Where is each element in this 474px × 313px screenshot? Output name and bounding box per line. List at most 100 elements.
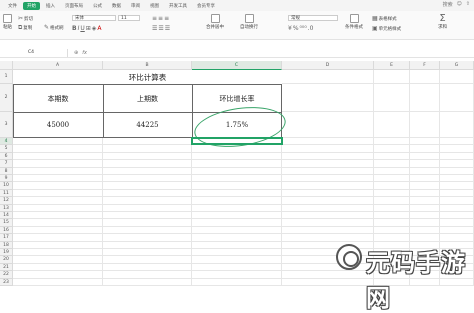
sum-button[interactable]: Σ 求和 [438, 14, 447, 31]
grid-cell[interactable] [192, 182, 282, 190]
underline-icon[interactable]: U [80, 25, 84, 32]
fx-icon[interactable]: fx [82, 50, 87, 56]
grid-cell[interactable] [440, 160, 474, 168]
grid-cell[interactable] [282, 175, 374, 183]
grid-cell[interactable] [374, 212, 410, 220]
column-header-a[interactable]: A [13, 61, 103, 70]
percent-icon[interactable]: % [293, 25, 299, 32]
column-header-d[interactable]: D [282, 61, 374, 70]
row-header-9[interactable]: 9 [0, 175, 13, 183]
grid-cell[interactable] [282, 197, 374, 205]
conditional-format-button[interactable]: 条件格式 [345, 14, 363, 30]
grid-cell[interactable] [440, 145, 474, 153]
grid-cell[interactable] [440, 138, 474, 146]
column-header-c[interactable]: C [192, 61, 282, 70]
grid-cell[interactable] [13, 256, 103, 264]
grid-cell[interactable] [374, 138, 410, 146]
grid-cell[interactable] [282, 204, 374, 212]
row-header-16[interactable]: 16 [0, 226, 13, 235]
align-center-icon[interactable]: ☰ [158, 25, 163, 32]
grid-cell[interactable] [440, 189, 474, 198]
grid-cell[interactable] [103, 263, 192, 272]
grid-cell[interactable] [440, 84, 474, 112]
grid-cell[interactable] [440, 182, 474, 190]
grid-cell[interactable] [13, 175, 103, 183]
grid-cell[interactable] [13, 145, 103, 153]
grid-cell[interactable] [374, 160, 410, 168]
grid-cell[interactable] [103, 145, 192, 153]
grid-cell[interactable] [192, 204, 282, 212]
grid-cell[interactable] [13, 249, 103, 257]
grid-cell[interactable] [374, 197, 410, 205]
align-middle-icon[interactable]: ≡ [158, 15, 163, 22]
grid-cell[interactable] [282, 278, 374, 286]
format-painter-button[interactable]: ✎ 格式刷 [44, 24, 64, 31]
grid-cell[interactable] [103, 278, 192, 286]
grid-cell[interactable] [13, 204, 103, 212]
grid-cell[interactable] [410, 189, 440, 198]
grid-cell[interactable] [282, 212, 374, 220]
grid-cell[interactable] [192, 263, 282, 272]
currency-icon[interactable]: ¥ [288, 25, 292, 32]
user-icon[interactable]: ☺ [457, 1, 462, 8]
grid-cell[interactable] [13, 263, 103, 272]
grid-cell[interactable] [103, 256, 192, 264]
tab-file[interactable]: 文件 [4, 2, 21, 10]
font-color-icon[interactable]: A [97, 25, 101, 32]
grid-cell[interactable] [410, 152, 440, 161]
grid-cell[interactable] [103, 271, 192, 279]
grid-cell[interactable] [13, 152, 103, 161]
grid-cell[interactable] [440, 226, 474, 235]
grid-cell[interactable] [103, 234, 192, 242]
row-header-13[interactable]: 13 [0, 204, 13, 212]
column-header-b[interactable]: B [103, 61, 192, 70]
cut-button[interactable]: ✂ 剪切 [18, 15, 33, 22]
row-header-21[interactable]: 21 [0, 263, 13, 272]
tab-insert[interactable]: 插入 [42, 2, 59, 10]
grid-cell[interactable] [374, 219, 410, 227]
grid-cell[interactable] [13, 197, 103, 205]
grid-cell[interactable] [103, 152, 192, 161]
grid-cell[interactable] [374, 189, 410, 198]
active-cell-c4[interactable] [191, 137, 283, 145]
tab-formulas[interactable]: 公式 [89, 2, 106, 10]
align-right-icon[interactable]: ☰ [165, 25, 170, 32]
grid-cell[interactable] [13, 182, 103, 190]
grid-cell[interactable] [192, 175, 282, 183]
grid-cell[interactable] [410, 175, 440, 183]
grid-cell[interactable] [410, 219, 440, 227]
zoom-icon[interactable]: ⊕ [74, 50, 78, 56]
grid-cell[interactable] [103, 219, 192, 227]
grid-cell[interactable] [13, 219, 103, 227]
grid-cell[interactable] [410, 212, 440, 220]
align-left-icon[interactable]: ☰ [152, 25, 157, 32]
grid-cell[interactable] [282, 160, 374, 168]
bold-icon[interactable]: B [72, 25, 77, 32]
grid-cell[interactable] [192, 241, 282, 249]
grid-cell[interactable] [192, 160, 282, 168]
grid-cell[interactable] [282, 182, 374, 190]
grid-cell[interactable] [410, 197, 440, 205]
grid-cell[interactable] [192, 278, 282, 286]
merge-center-button[interactable]: 合并居中 [206, 14, 224, 30]
grid-cell[interactable] [103, 167, 192, 175]
grid-cell[interactable] [440, 112, 474, 138]
grid-cell[interactable] [192, 219, 282, 227]
grid-cell[interactable] [374, 152, 410, 161]
grid-cell[interactable] [192, 189, 282, 198]
tab-data[interactable]: 数据 [108, 2, 125, 10]
grid-cell[interactable] [103, 204, 192, 212]
tab-home[interactable]: 开始 [23, 1, 40, 10]
grid-cell[interactable] [374, 226, 410, 235]
align-top-icon[interactable]: ≡ [152, 15, 157, 22]
grid-cell[interactable] [410, 167, 440, 175]
number-format-select[interactable]: 常规 [288, 15, 338, 21]
grid-cell[interactable] [282, 138, 374, 146]
row-header-7[interactable]: 7 [0, 160, 13, 168]
grid-cell[interactable] [192, 167, 282, 175]
row-header-2[interactable]: 2 [0, 84, 13, 112]
wrap-text-button[interactable]: 自动换行 [240, 14, 258, 30]
grid-cell[interactable] [374, 112, 410, 138]
border-icon[interactable]: ⊞ [86, 25, 91, 32]
grid-cell[interactable] [440, 175, 474, 183]
